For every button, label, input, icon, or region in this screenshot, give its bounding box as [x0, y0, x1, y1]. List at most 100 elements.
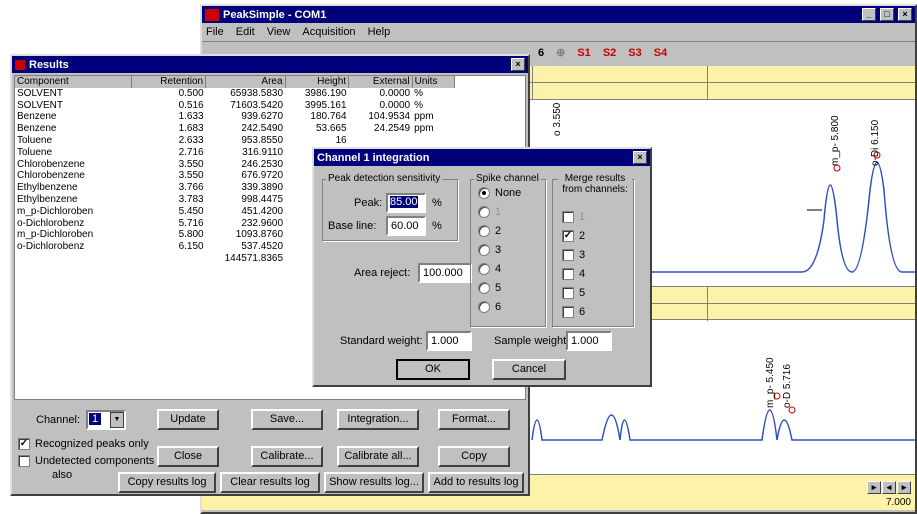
results-title-bar[interactable]: Results ×: [12, 56, 528, 73]
col-retention[interactable]: Retention: [131, 76, 207, 88]
spike-radio-1[interactable]: 1: [478, 206, 501, 218]
spike-radio-label: 2: [495, 225, 502, 237]
table-cell: 71603.5420: [230, 99, 284, 111]
integration-button[interactable]: Integration...: [337, 409, 419, 430]
toolbar-s4[interactable]: S4: [654, 47, 667, 59]
spike-radio-6[interactable]: 6: [478, 301, 501, 313]
radio-icon[interactable]: [478, 263, 490, 275]
undetected-check-icon[interactable]: [18, 455, 30, 467]
add-log-button[interactable]: Add to results log: [428, 472, 524, 493]
table-cell: 16: [335, 134, 347, 146]
calibrate-button[interactable]: Calibrate...: [251, 446, 323, 467]
table-cell: Chlorobenzene: [17, 158, 85, 170]
scroll-right-icon[interactable]: ▸: [897, 481, 911, 494]
toolbar-6[interactable]: 6: [538, 47, 544, 59]
channel-label: Channel:: [36, 414, 81, 426]
copy-log-button[interactable]: Copy results log: [118, 472, 216, 493]
checkbox-icon[interactable]: [562, 268, 574, 280]
integration-title-bar[interactable]: Channel 1 integration ×: [314, 149, 650, 166]
checkbox-icon[interactable]: [562, 211, 574, 223]
table-cell: 339.3890: [241, 182, 284, 194]
table-cell: Ethylbenzene: [17, 182, 78, 194]
format-button[interactable]: Format...: [438, 409, 510, 430]
recognized-check-icon[interactable]: ✓: [18, 438, 30, 450]
sample-weight-input[interactable]: 1.000: [566, 331, 612, 351]
minimize-icon[interactable]: _: [862, 8, 876, 21]
maximize-icon[interactable]: □: [880, 8, 894, 21]
spike-radio-label: 4: [495, 263, 502, 275]
radio-icon[interactable]: [478, 301, 490, 313]
baseline-label: Base line:: [328, 220, 377, 232]
cancel-button[interactable]: Cancel: [492, 359, 566, 380]
spike-radio-label: 1: [495, 206, 502, 218]
col-height[interactable]: Height: [285, 76, 350, 88]
chevron-down-icon[interactable]: ▼: [110, 412, 124, 428]
menu-edit[interactable]: Edit: [236, 26, 255, 38]
radio-icon[interactable]: [478, 244, 490, 256]
merge-checkbox-4[interactable]: 5: [562, 287, 585, 299]
col-units[interactable]: Units: [412, 76, 456, 88]
calibrate-all-button[interactable]: Calibrate all...: [337, 446, 419, 467]
save-button[interactable]: Save...: [251, 409, 323, 430]
ok-button[interactable]: OK: [396, 359, 470, 380]
merge-checkbox-1[interactable]: ✓ 2: [562, 230, 585, 242]
table-cell: Benzene: [17, 123, 57, 135]
toolbar-s2[interactable]: S2: [603, 47, 616, 59]
show-log-button[interactable]: Show results log...: [324, 472, 424, 493]
menu-file[interactable]: File: [206, 26, 224, 38]
table-row[interactable]: Benzene 1.683 242.5490 53.665 24.2549 ppm: [15, 123, 455, 135]
main-title-bar[interactable]: PeakSimple - COM1 _ □ ×: [202, 6, 915, 23]
update-button[interactable]: Update: [157, 409, 219, 430]
table-cell: 1.633: [178, 111, 204, 123]
integration-close-icon[interactable]: ×: [633, 151, 647, 164]
col-external[interactable]: External: [348, 76, 413, 88]
checkbox-icon[interactable]: [562, 287, 574, 299]
checkbox-icon[interactable]: [562, 249, 574, 261]
copy-button[interactable]: Copy: [438, 446, 510, 467]
close-button[interactable]: Close: [157, 446, 219, 467]
scroll-arrows[interactable]: ▸ ◂ ▸: [867, 481, 911, 494]
table-row[interactable]: SOLVENT 0.516 71603.5420 3995.161 0.0000%: [15, 100, 455, 112]
spike-radio-0[interactable]: None: [478, 187, 521, 199]
channel-value: 1: [89, 413, 102, 425]
menu-help[interactable]: Help: [368, 26, 391, 38]
toolbar-s1[interactable]: S1: [577, 47, 590, 59]
area-reject-input[interactable]: 100.000: [418, 263, 472, 283]
spike-radio-4[interactable]: 4: [478, 263, 501, 275]
table-cell: SOLVENT: [17, 87, 63, 99]
spike-radio-2[interactable]: 2: [478, 225, 501, 237]
col-component[interactable]: Component: [15, 76, 132, 88]
merge-checkbox-label: 5: [579, 287, 586, 299]
col-area[interactable]: Area: [205, 76, 286, 88]
checkbox-icon[interactable]: [562, 306, 574, 318]
merge-checkbox-5[interactable]: 6: [562, 306, 585, 318]
scroll-first-icon[interactable]: ▸: [867, 481, 881, 494]
spike-radio-5[interactable]: 5: [478, 282, 501, 294]
toolbar-s3[interactable]: S3: [628, 47, 641, 59]
scroll-left-icon[interactable]: ◂: [882, 481, 896, 494]
close-icon[interactable]: ×: [898, 8, 912, 21]
recognized-checkbox[interactable]: ✓ Recognized peaks only: [18, 438, 149, 450]
undetected-checkbox[interactable]: Undetected components: [18, 455, 154, 467]
merge-checkbox-2[interactable]: 3: [562, 249, 585, 261]
menu-acquisition[interactable]: Acquisition: [302, 26, 355, 38]
table-row[interactable]: SOLVENT 0.500 65938.5830 3986.190 0.0000%: [15, 88, 455, 100]
table-row[interactable]: Toluene 2.633 953.8550 16: [15, 135, 455, 147]
merge-checkbox-0[interactable]: 1: [562, 211, 585, 223]
results-close-icon[interactable]: ×: [511, 58, 525, 71]
radio-icon[interactable]: [478, 282, 490, 294]
zoom-icon[interactable]: ⊕: [556, 46, 565, 59]
clear-log-button[interactable]: Clear results log: [220, 472, 320, 493]
radio-icon[interactable]: [478, 187, 490, 199]
peak-input[interactable]: 85.00: [386, 193, 426, 213]
channel-select[interactable]: 1 ▼: [86, 410, 126, 430]
checkbox-icon[interactable]: ✓: [562, 230, 574, 242]
baseline-input[interactable]: 60.00: [386, 216, 426, 236]
radio-icon[interactable]: [478, 206, 490, 218]
menu-view[interactable]: View: [267, 26, 291, 38]
spike-radio-3[interactable]: 3: [478, 244, 501, 256]
table-row[interactable]: Benzene 1.633 939.6270 180.764 104.9534 ppm: [15, 111, 455, 123]
radio-icon[interactable]: [478, 225, 490, 237]
merge-checkbox-3[interactable]: 4: [562, 268, 585, 280]
std-weight-input[interactable]: 1.000: [426, 331, 472, 351]
